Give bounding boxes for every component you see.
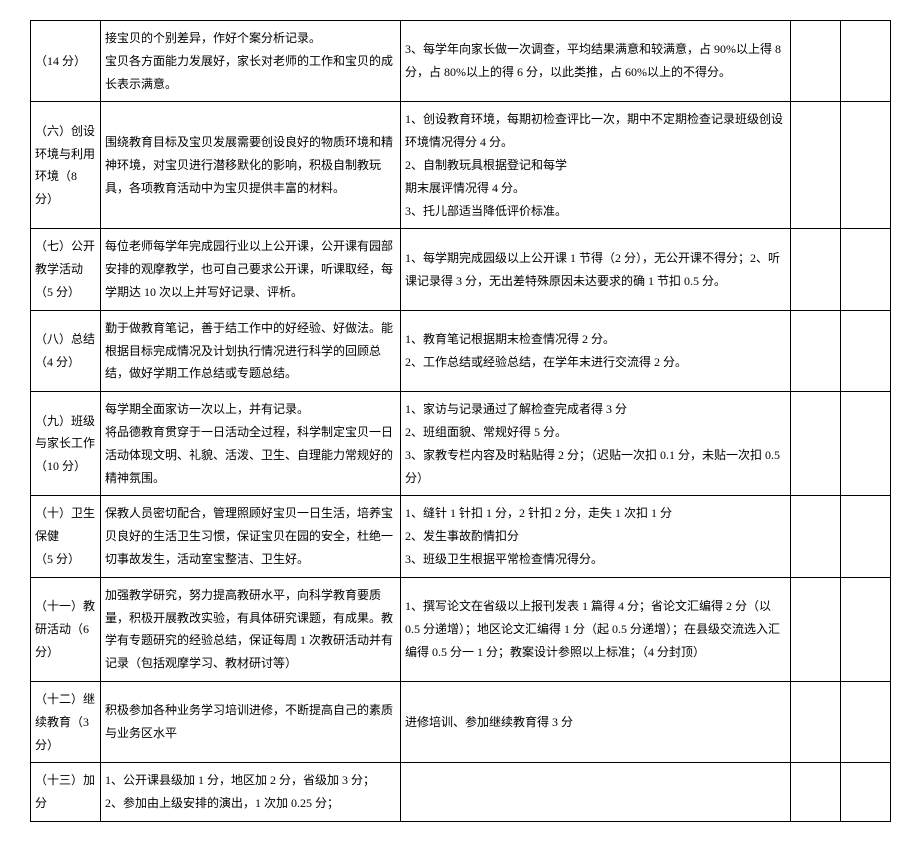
- row-label: （十）卫生保健（5 分）: [31, 496, 101, 577]
- row-criteria: 1、创设教育环境，每期初检查评比一次，期中不定期检查记录班级创设环境情况得分 4…: [401, 102, 791, 229]
- row-criteria: 1、撰写论文在省级以上报刊发表 1 篇得 4 分；省论文汇编得 2 分（以 0.…: [401, 577, 791, 681]
- evaluation-table: （14 分） 接宝贝的个别差异，作好个案分析记录。宝贝各方面能力发展好，家长对老…: [30, 20, 891, 822]
- row-desc: 保教人员密切配合，管理照顾好宝贝一日生活，培养宝贝良好的生活卫生习惯，保证宝贝在…: [101, 496, 401, 577]
- row-criteria: 3、每学年向家长做一次调查，平均结果满意和较满意，占 90%以上得 8 分，占 …: [401, 21, 791, 102]
- score-cell: [841, 310, 891, 391]
- row-desc: 积极参加各种业务学习培训进修，不断提高自己的素质与业务区水平: [101, 681, 401, 762]
- table-row: （八）总结（4 分） 勤于做教育笔记，善于结工作中的好经验、好做法。能根据目标完…: [31, 310, 891, 391]
- score-cell: [791, 577, 841, 681]
- row-desc: 接宝贝的个别差异，作好个案分析记录。宝贝各方面能力发展好，家长对老师的工作和宝贝…: [101, 21, 401, 102]
- row-desc: 每位老师每学年完成园行业以上公开课，公开课有园部安排的观摩教学，也可自己要求公开…: [101, 229, 401, 310]
- score-cell: [791, 102, 841, 229]
- table-row: （十三）加分 1、公开课县级加 1 分，地区加 2 分，省级加 3 分；2、参加…: [31, 763, 891, 822]
- score-cell: [841, 229, 891, 310]
- table-row: （六）创设环境与利用环境（8 分） 围绕教育目标及宝贝发展需要创设良好的物质环境…: [31, 102, 891, 229]
- row-label: （十一）教研活动（6分）: [31, 577, 101, 681]
- score-cell: [841, 102, 891, 229]
- table-row: （14 分） 接宝贝的个别差异，作好个案分析记录。宝贝各方面能力发展好，家长对老…: [31, 21, 891, 102]
- row-criteria: 1、家访与记录通过了解检查完成者得 3 分2、班组面貌、常规好得 5 分。3、家…: [401, 392, 791, 496]
- table-row: （七）公开教学活动（5 分） 每位老师每学年完成园行业以上公开课，公开课有园部安…: [31, 229, 891, 310]
- row-label: （六）创设环境与利用环境（8 分）: [31, 102, 101, 229]
- score-cell: [791, 310, 841, 391]
- row-desc: 每学期全面家访一次以上，并有记录。将品德教育贯穿于一日活动全过程，科学制定宝贝一…: [101, 392, 401, 496]
- row-criteria: 进修培训、参加继续教育得 3 分: [401, 681, 791, 762]
- row-criteria: [401, 763, 791, 822]
- score-cell: [841, 496, 891, 577]
- score-cell: [791, 392, 841, 496]
- table-row: （十）卫生保健（5 分） 保教人员密切配合，管理照顾好宝贝一日生活，培养宝贝良好…: [31, 496, 891, 577]
- row-criteria: 1、缝针 1 针扣 1 分，2 针扣 2 分，走失 1 次扣 1 分2、发生事故…: [401, 496, 791, 577]
- row-label: （14 分）: [31, 21, 101, 102]
- row-criteria: 1、教育笔记根据期末检查情况得 2 分。2、工作总结或经验总结，在学年末进行交流…: [401, 310, 791, 391]
- row-label: （九）班级与家长工作（10 分）: [31, 392, 101, 496]
- score-cell: [791, 229, 841, 310]
- row-label: （七）公开教学活动（5 分）: [31, 229, 101, 310]
- score-cell: [841, 681, 891, 762]
- score-cell: [841, 392, 891, 496]
- row-desc: 1、公开课县级加 1 分，地区加 2 分，省级加 3 分；2、参加由上级安排的演…: [101, 763, 401, 822]
- table-row: （九）班级与家长工作（10 分） 每学期全面家访一次以上，并有记录。将品德教育贯…: [31, 392, 891, 496]
- score-cell: [841, 763, 891, 822]
- score-cell: [791, 681, 841, 762]
- row-desc: 勤于做教育笔记，善于结工作中的好经验、好做法。能根据目标完成情况及计划执行情况进…: [101, 310, 401, 391]
- score-cell: [791, 21, 841, 102]
- table-row: （十一）教研活动（6分） 加强教学研究，努力提高教研水平，向科学教育要质量，积极…: [31, 577, 891, 681]
- score-cell: [791, 496, 841, 577]
- row-label: （十三）加分: [31, 763, 101, 822]
- score-cell: [841, 21, 891, 102]
- table-row: （十二）继续教育（3分） 积极参加各种业务学习培训进修，不断提高自己的素质与业务…: [31, 681, 891, 762]
- score-cell: [841, 577, 891, 681]
- score-cell: [791, 763, 841, 822]
- row-criteria: 1、每学期完成园级以上公开课 1 节得（2 分），无公开课不得分；2、听课记录得…: [401, 229, 791, 310]
- row-desc: 围绕教育目标及宝贝发展需要创设良好的物质环境和精神环境，对宝贝进行潜移默化的影响…: [101, 102, 401, 229]
- row-desc: 加强教学研究，努力提高教研水平，向科学教育要质量，积极开展教改实验，有具体研究课…: [101, 577, 401, 681]
- row-label: （八）总结（4 分）: [31, 310, 101, 391]
- row-label: （十二）继续教育（3分）: [31, 681, 101, 762]
